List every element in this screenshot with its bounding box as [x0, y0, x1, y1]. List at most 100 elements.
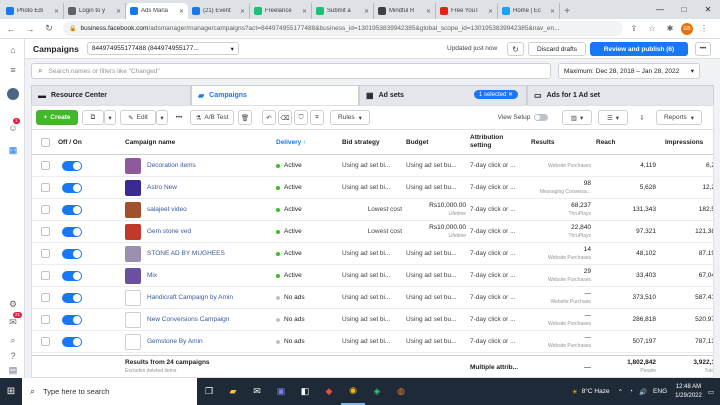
- budget-cell[interactable]: Using ad set bu...: [406, 265, 466, 286]
- create-button[interactable]: + Create: [36, 110, 78, 125]
- column-header-name[interactable]: Campaign name: [125, 130, 265, 154]
- bid-strategy-cell[interactable]: Using ad set bi...: [342, 265, 402, 286]
- table-row[interactable]: Handicraft Campaign by Amin No ads Using a…: [32, 287, 713, 309]
- budget-cell[interactable]: Using ad set bu...: [406, 155, 466, 176]
- campaign-name-cell[interactable]: STONE AD BY MUGHEES: [125, 243, 270, 264]
- table-row[interactable]: STONE AD BY MUGHEES Active Using ad set bi…: [32, 243, 713, 265]
- forward-icon[interactable]: →: [22, 21, 38, 37]
- taskbar-search[interactable]: ⌕ Type here to search: [22, 378, 197, 405]
- tab-close-icon[interactable]: ✕: [550, 8, 555, 15]
- toggle-switch[interactable]: [534, 114, 549, 121]
- clear-selection-icon[interactable]: ✕: [508, 92, 513, 98]
- campaign-toggle[interactable]: [62, 221, 86, 242]
- tab-resource-center[interactable]: ▬ Resource Center: [31, 85, 191, 105]
- table-row[interactable]: Decoration items Active Using ad set bi...…: [32, 155, 713, 177]
- refresh-icon[interactable]: ↻: [507, 42, 524, 56]
- bid-strategy-cell[interactable]: Lowest cost: [342, 221, 402, 242]
- app-icon[interactable]: ◈: [365, 378, 389, 405]
- column-header-budget[interactable]: Budget: [406, 130, 466, 154]
- settings-icon[interactable]: ⚙: [6, 297, 20, 311]
- table-row[interactable]: Gem stone ved Active Lowest cost Rs10,000.0…: [32, 221, 713, 243]
- campaign-toggle[interactable]: [62, 331, 86, 352]
- bid-strategy-cell[interactable]: Lowest cost: [342, 199, 402, 220]
- network-icon[interactable]: ◔: [629, 388, 633, 395]
- undo-icon[interactable]: ↶: [262, 110, 276, 125]
- browser-tab[interactable]: (21) Event ✕: [188, 3, 250, 19]
- campaign-name-cell[interactable]: Mix: [125, 265, 270, 286]
- browser-tab[interactable]: Ads Mana ✕: [126, 3, 188, 19]
- export-icon[interactable]: ⇩: [634, 110, 650, 125]
- file-explorer-icon[interactable]: ▰: [221, 378, 245, 405]
- review-publish-button[interactable]: Review and publish (6): [590, 42, 688, 56]
- budget-cell[interactable]: Using ad set bu...: [406, 243, 466, 264]
- discard-drafts-button[interactable]: Discard drafts: [528, 42, 586, 56]
- new-tab-button[interactable]: +: [560, 3, 574, 19]
- browser-tab[interactable]: Home | Ec ✕: [498, 3, 560, 19]
- campaign-toggle[interactable]: [62, 243, 86, 264]
- volume-icon[interactable]: 🔊: [639, 388, 647, 396]
- trash-icon[interactable]: ⌫: [278, 110, 292, 125]
- campaign-name-link[interactable]: New Conversions Campaign: [147, 316, 229, 323]
- rules-button[interactable]: Rules ▾: [330, 110, 370, 125]
- minimize-icon[interactable]: —: [648, 0, 672, 19]
- table-row[interactable]: New Conversions Campaign No ads Using ad s…: [32, 309, 713, 331]
- campaign-name-cell[interactable]: salajeet video: [125, 199, 270, 220]
- profile-avatar[interactable]: GB: [681, 22, 693, 35]
- back-icon[interactable]: ←: [3, 21, 19, 37]
- ads-manager-icon[interactable]: ▦: [6, 143, 20, 157]
- table-row[interactable]: salajeet video Active Lowest cost Rs10,000.…: [32, 199, 713, 221]
- column-header-results[interactable]: Results: [531, 130, 591, 154]
- row-checkbox[interactable]: [41, 287, 53, 308]
- store-icon[interactable]: ◧: [293, 378, 317, 405]
- tag-icon[interactable]: ⌗: [310, 110, 324, 125]
- campaign-name-link[interactable]: salajeet video: [147, 206, 187, 213]
- column-header-attribution[interactable]: Attribution setting: [470, 130, 526, 154]
- browser-tab[interactable]: Submit a ✕: [312, 3, 374, 19]
- tab-close-icon[interactable]: ✕: [426, 8, 431, 15]
- campaign-toggle[interactable]: [62, 287, 86, 308]
- row-checkbox[interactable]: [41, 221, 53, 242]
- bid-strategy-cell[interactable]: Using ad set bi...: [342, 309, 402, 330]
- bookmark-star-icon[interactable]: ☆: [645, 22, 659, 36]
- more-icon[interactable]: •••: [172, 110, 186, 125]
- column-header-onoff[interactable]: Off / On: [58, 130, 110, 154]
- mail-icon[interactable]: ✉: [245, 378, 269, 405]
- bid-strategy-cell[interactable]: Using ad set bi...: [342, 243, 402, 264]
- delete-icon[interactable]: 🗑: [238, 110, 252, 125]
- campaign-name-link[interactable]: Astro New: [147, 184, 177, 191]
- task-view-icon[interactable]: ❐: [197, 378, 221, 405]
- tab-campaigns[interactable]: ▰ Campaigns: [191, 85, 359, 105]
- maximize-icon[interactable]: □: [672, 0, 696, 19]
- browser-menu-icon[interactable]: ⋮: [697, 22, 711, 36]
- bid-strategy-cell[interactable]: Using ad set bi...: [342, 177, 402, 198]
- campaign-toggle[interactable]: [62, 309, 86, 330]
- tab-close-icon[interactable]: ✕: [116, 8, 121, 15]
- teams-icon[interactable]: ▣: [269, 378, 293, 405]
- view-setup-toggle[interactable]: View Setup: [490, 110, 556, 125]
- column-header-bid[interactable]: Bid strategy: [342, 130, 402, 154]
- menu-icon[interactable]: ≡: [6, 63, 20, 77]
- browser-tab[interactable]: Login to y ✕: [64, 3, 126, 19]
- row-checkbox[interactable]: [41, 243, 53, 264]
- browser-tab[interactable]: Photo Edi ✕: [2, 3, 64, 19]
- duplicate-button[interactable]: ⧉: [82, 110, 104, 125]
- campaign-name-cell[interactable]: Gemstone By Amin: [125, 331, 270, 352]
- bid-strategy-cell[interactable]: Using ad set bi...: [342, 331, 402, 352]
- row-checkbox[interactable]: [41, 177, 53, 198]
- tab-close-icon[interactable]: ✕: [302, 8, 307, 15]
- share-icon[interactable]: ⇪: [627, 22, 641, 36]
- columns-button[interactable]: ▥ ▾: [562, 110, 592, 125]
- campaign-name-cell[interactable]: New Conversions Campaign: [125, 309, 270, 330]
- column-header-impressions[interactable]: Impressions: [665, 130, 713, 154]
- campaign-name-link[interactable]: Gem stone ved: [147, 228, 191, 235]
- tab-close-icon[interactable]: ✕: [488, 8, 493, 15]
- tab-close-icon[interactable]: ✕: [54, 8, 59, 15]
- duplicate-dropdown[interactable]: ▾: [104, 110, 116, 125]
- browser-tab[interactable]: Free YouT ✕: [436, 3, 498, 19]
- date-range-picker[interactable]: Maximum: Dec 28, 2018 – Jan 28, 2022 ▾: [558, 63, 700, 79]
- tab-close-icon[interactable]: ✕: [240, 8, 245, 15]
- campaign-name-link[interactable]: Gemstone By Amin: [147, 338, 203, 345]
- campaign-name-link[interactable]: STONE AD BY MUGHEES: [147, 250, 225, 257]
- close-window-icon[interactable]: ✕: [696, 0, 720, 19]
- notification-center-icon[interactable]: ▭: [708, 388, 714, 396]
